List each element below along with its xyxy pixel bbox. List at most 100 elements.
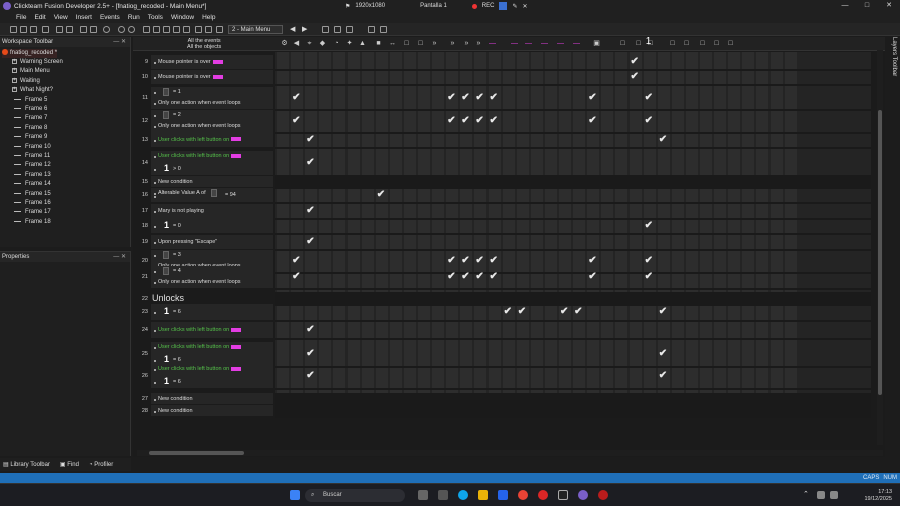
tab-find[interactable]: ▣ Find	[60, 461, 79, 468]
undo-icon[interactable]	[80, 26, 87, 33]
frame-nav-icon[interactable]	[216, 26, 223, 33]
object-icon[interactable]: ◀	[293, 40, 300, 47]
action-check-icon[interactable]: ✔	[447, 272, 455, 282]
action-check-icon[interactable]: ✔	[645, 220, 653, 231]
condition-box[interactable]	[151, 218, 273, 233]
horizontal-scroll-thumb[interactable]	[149, 451, 244, 455]
action-check-icon[interactable]: ✔	[475, 116, 483, 126]
event-row[interactable]: 10 Mouse pointer is over	[133, 70, 273, 84]
counter-object-label[interactable]: 1	[645, 37, 652, 47]
chrome-icon[interactable]	[518, 490, 528, 500]
project-item[interactable]: fnatiog_recoded *	[2, 49, 58, 58]
action-check-icon[interactable]: ✔	[475, 272, 483, 282]
action-check-icon[interactable]: ✔	[631, 72, 639, 82]
terminal-icon[interactable]	[558, 490, 568, 500]
object-icon[interactable]: ―	[489, 40, 496, 47]
taskbar-search[interactable]: ⌕ Buscar	[305, 489, 405, 502]
menu-insert[interactable]: Insert	[76, 14, 92, 21]
data-elements-icon[interactable]	[183, 26, 190, 33]
object-icon[interactable]: □	[669, 40, 676, 47]
save-all-icon[interactable]	[42, 26, 49, 33]
action-check-icon[interactable]: ✔	[490, 93, 498, 103]
frame-item[interactable]: Frame 6	[14, 105, 47, 114]
action-check-icon[interactable]: ✔	[306, 325, 314, 335]
action-check-icon[interactable]: ✔	[574, 307, 582, 317]
event-row[interactable]: 28 New condition	[133, 405, 273, 416]
menu-run[interactable]: Run	[128, 14, 140, 21]
layout-icon[interactable]	[346, 26, 353, 33]
panel-pin-icon[interactable]: — ✕	[113, 252, 126, 262]
event-editor-icon[interactable]	[163, 26, 170, 33]
pin-icon[interactable]: ⚑	[345, 3, 350, 10]
action-check-icon[interactable]: ✔	[490, 116, 498, 126]
menu-view[interactable]: View	[54, 14, 68, 21]
event-row[interactable]: 17 Mary is not playing	[133, 204, 273, 218]
pen-icon[interactable]: ✎	[512, 3, 517, 10]
frame-item[interactable]: Frame 9	[14, 133, 47, 142]
network-icon[interactable]	[817, 491, 825, 499]
frame-selector[interactable]: 2 - Main Menu	[228, 25, 283, 34]
action-check-icon[interactable]: ✔	[461, 256, 469, 266]
layers-toolbar-tab[interactable]: Layers Toolbar	[887, 37, 897, 97]
frame-item[interactable]: Frame 16	[14, 199, 51, 208]
prev-frame-icon[interactable]: ◀	[290, 25, 295, 33]
menu-window[interactable]: Window	[171, 14, 194, 21]
event-row[interactable]: 21 = 4 Only one action when event loops	[133, 266, 273, 288]
event-row[interactable]: 9 Mouse pointer is over	[133, 55, 273, 69]
edge-icon[interactable]	[458, 490, 468, 500]
object-icon[interactable]: □	[683, 40, 690, 47]
clickteam-icon[interactable]	[578, 490, 588, 500]
object-icon[interactable]: □	[635, 40, 642, 47]
action-check-icon[interactable]: ✔	[461, 116, 469, 126]
store-icon[interactable]	[498, 490, 508, 500]
action-check-icon[interactable]: ✔	[504, 307, 512, 317]
event-row[interactable]: 18 1 = 0	[133, 218, 273, 233]
object-icon[interactable]: ―	[541, 40, 548, 47]
close-button[interactable]: ✕	[878, 0, 900, 12]
frame-item[interactable]: + Main Menu	[12, 67, 50, 76]
action-check-icon[interactable]: ✔	[306, 158, 314, 168]
event-row[interactable]: 26 User clicks with left button on 1 = 6	[133, 364, 273, 388]
object-icon[interactable]: »	[449, 40, 456, 47]
object-icon[interactable]: ▣	[593, 40, 600, 47]
object-icon[interactable]: ―	[511, 40, 518, 47]
screen-label[interactable]: Pantalla 1	[420, 3, 447, 9]
event-row[interactable]: 23 1 = 6	[133, 304, 273, 320]
vertical-scroll-thumb[interactable]	[878, 110, 882, 395]
zoom-icon[interactable]	[322, 26, 329, 33]
object-icon[interactable]: □	[619, 40, 626, 47]
frame-item[interactable]: Frame 18	[14, 218, 51, 227]
new-icon[interactable]	[10, 26, 17, 33]
action-check-icon[interactable]: ✔	[292, 116, 300, 126]
frame-item[interactable]: Frame 13	[14, 171, 51, 180]
object-icon[interactable]: ■	[375, 40, 382, 47]
task-view-icon[interactable]	[418, 490, 428, 500]
storyboard-icon[interactable]	[143, 26, 150, 33]
frame-item[interactable]: Frame 7	[14, 114, 47, 123]
cut-icon[interactable]	[56, 26, 63, 33]
action-check-icon[interactable]: ✔	[461, 272, 469, 282]
comment-unlocks[interactable]: Unlocks	[152, 293, 184, 303]
panel-pin-icon[interactable]: — ✕	[113, 37, 126, 47]
next-frame-icon[interactable]: ▶	[302, 25, 307, 33]
widgets-icon[interactable]	[438, 490, 448, 500]
event-row[interactable]: 25 User clicks with left button on 1 = 6	[133, 342, 273, 366]
object-icon[interactable]: □	[403, 40, 410, 47]
object-icon[interactable]: ―	[573, 40, 580, 47]
close-recording-icon[interactable]: ✕	[522, 3, 527, 10]
debug-icon[interactable]	[205, 26, 212, 33]
copy-icon[interactable]	[66, 26, 73, 33]
tab-library-toolbar[interactable]: ▤ Library Toolbar	[3, 461, 50, 468]
event-grid[interactable]: ✔ ✔ ✔ ✔ ✔ ✔ ✔ ✔ ✔ ✔ ✔ ✔ ✔ ✔ ✔ ✔ ✔ ✔ ✔ ✔ ✔ ✔ ✔ ✔ ✔ ✔ ✔ ✔ ✔ ✔ ✔ ✔ ✔ ✔ ✔ ✔ ✔ ✔ ✔ ✔…	[275, 52, 871, 418]
action-check-icon[interactable]: ✔	[490, 272, 498, 282]
camera-icon[interactable]	[499, 2, 508, 10]
action-check-icon[interactable]: ✔	[306, 134, 314, 145]
expression-icon[interactable]	[195, 26, 202, 33]
menu-events[interactable]: Events	[100, 14, 120, 21]
stop-icon[interactable]	[128, 26, 135, 33]
record-dot-icon[interactable]	[471, 3, 477, 9]
object-icon[interactable]: ↔	[389, 40, 396, 47]
event-row[interactable]: 13 User clicks with left button on	[133, 132, 273, 147]
action-check-icon[interactable]: ✔	[659, 371, 667, 381]
action-check-icon[interactable]: ✔	[645, 272, 653, 282]
